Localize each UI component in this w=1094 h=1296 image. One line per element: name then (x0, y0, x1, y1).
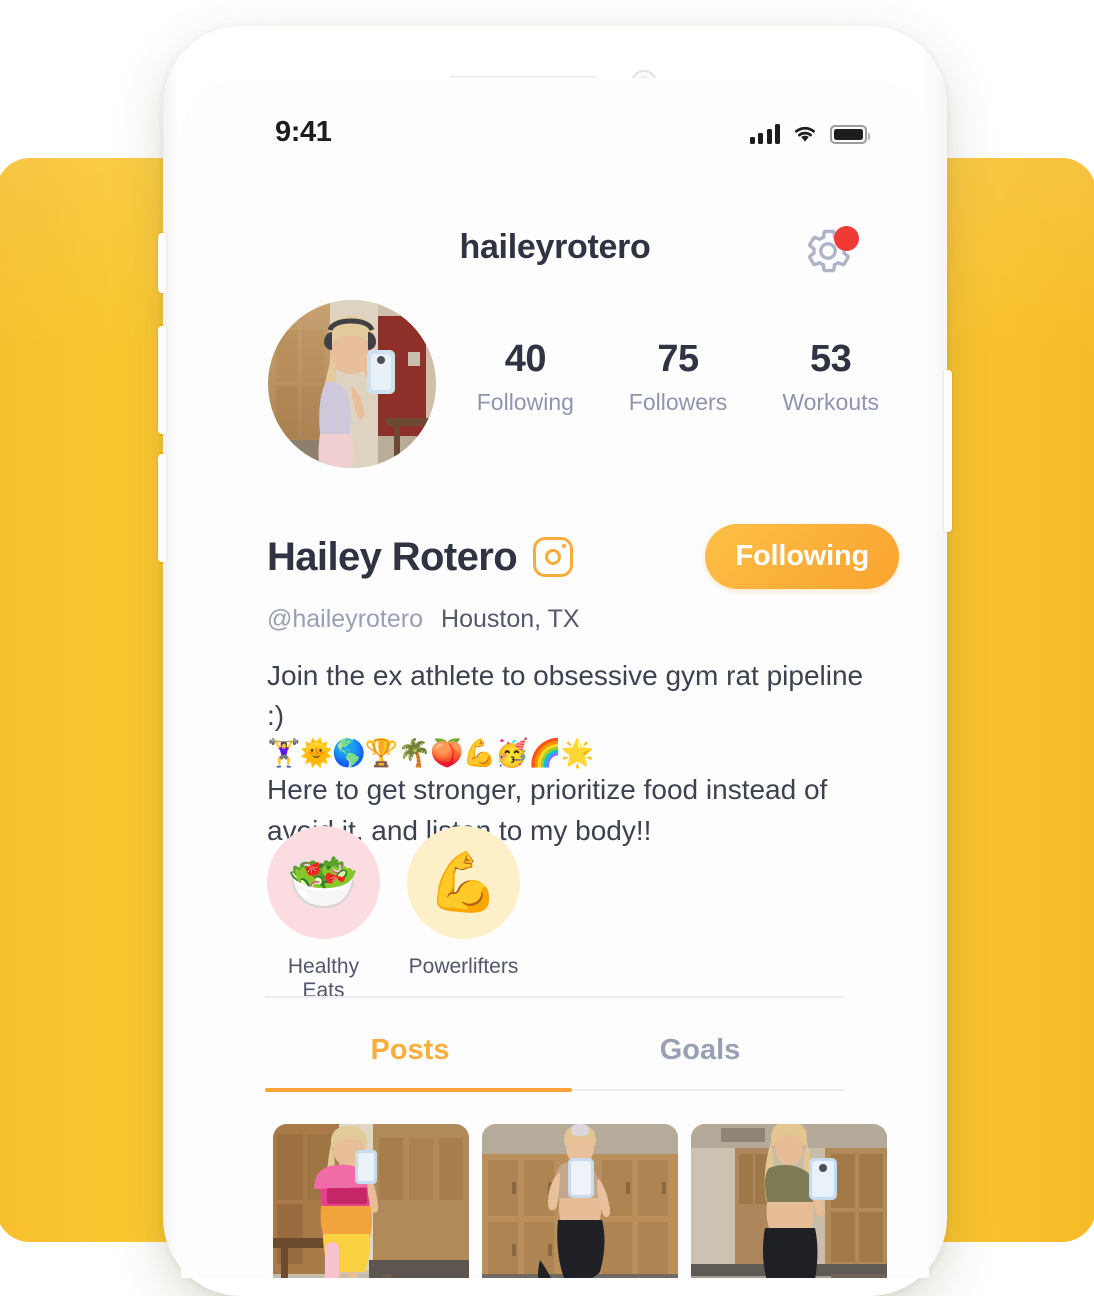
salad-icon: 🥗 (267, 826, 380, 939)
profile-handle: @haileyrotero (267, 605, 424, 633)
status-time: 9:41 (275, 116, 332, 148)
post-thumbnail[interactable]: Wed 8/10 (691, 1124, 887, 1278)
tab-active-indicator (265, 1088, 572, 1092)
stat-workouts[interactable]: 53 Workouts (754, 338, 907, 416)
bio-emojis: 🏋️‍♀️🌞🌎🏆🌴🍑💪🥳🌈🌟 (267, 737, 594, 768)
status-bar: 9:41 (181, 114, 929, 154)
stat-followers[interactable]: 75 Followers (602, 338, 755, 416)
notification-badge (834, 226, 859, 251)
posts-grid: Sat 8/13 (273, 1124, 887, 1278)
post-image (691, 1124, 887, 1278)
phone-frame: 9:41 haileyrotero 40 Following 75 Follow… (158, 26, 952, 1296)
stat-following[interactable]: 40 Following (449, 338, 602, 416)
screen-header: haileyrotero (181, 226, 929, 288)
cellular-signal-icon (749, 123, 780, 144)
status-indicators (749, 118, 870, 144)
bicep-icon: 💪 (407, 826, 520, 939)
volume-down-button[interactable] (158, 454, 166, 562)
post-thumbnail[interactable]: Thu 8/11 (482, 1124, 678, 1278)
post-image (273, 1124, 469, 1278)
tab-track (572, 1089, 845, 1091)
profile-meta: @haileyrotero Houston, TX (267, 605, 580, 634)
post-thumbnail[interactable]: Sat 8/13 (273, 1124, 469, 1278)
battery-full-icon (830, 125, 870, 144)
stat-label: Followers (628, 388, 728, 415)
profile-stats: 40 Following 75 Followers 53 Workouts (449, 338, 907, 416)
highlight-powerlifters[interactable]: 💪 Powerlifters (407, 826, 520, 1003)
avatar-photo (268, 300, 436, 468)
section-divider (265, 996, 845, 998)
avatar[interactable] (268, 300, 436, 468)
highlight-label: Powerlifters (408, 955, 519, 978)
highlight-healthy-eats[interactable]: 🥗 Healthy Eats (267, 826, 380, 1003)
name-row: Hailey Rotero Following (267, 524, 899, 589)
profile-bio: Join the ex athlete to obsessive gym rat… (267, 656, 883, 851)
full-name: Hailey Rotero (267, 534, 518, 579)
instagram-icon[interactable] (533, 537, 574, 577)
tab-posts[interactable]: Posts (265, 1020, 555, 1090)
stat-label: Workouts (782, 388, 880, 415)
story-highlights: 🥗 Healthy Eats 💪 Powerlifters (267, 826, 520, 1003)
wifi-icon (795, 126, 815, 142)
stat-label: Following (476, 388, 574, 415)
settings-button[interactable] (801, 224, 863, 282)
silent-switch[interactable] (158, 233, 166, 293)
tab-goals[interactable]: Goals (555, 1020, 845, 1090)
stat-value: 40 (504, 338, 547, 380)
post-image (482, 1124, 678, 1278)
power-button[interactable] (944, 370, 952, 532)
volume-up-button[interactable] (158, 326, 166, 434)
stat-value: 75 (657, 338, 699, 380)
stat-value: 53 (810, 338, 852, 380)
phone-screen: 9:41 haileyrotero 40 Following 75 Follow… (181, 78, 929, 1278)
profile-tabs: Posts Goals (265, 1020, 845, 1090)
bio-line-1: Join the ex athlete to obsessive gym rat… (267, 660, 864, 732)
following-button[interactable]: Following (705, 524, 899, 589)
profile-location: Houston, TX (441, 605, 580, 633)
